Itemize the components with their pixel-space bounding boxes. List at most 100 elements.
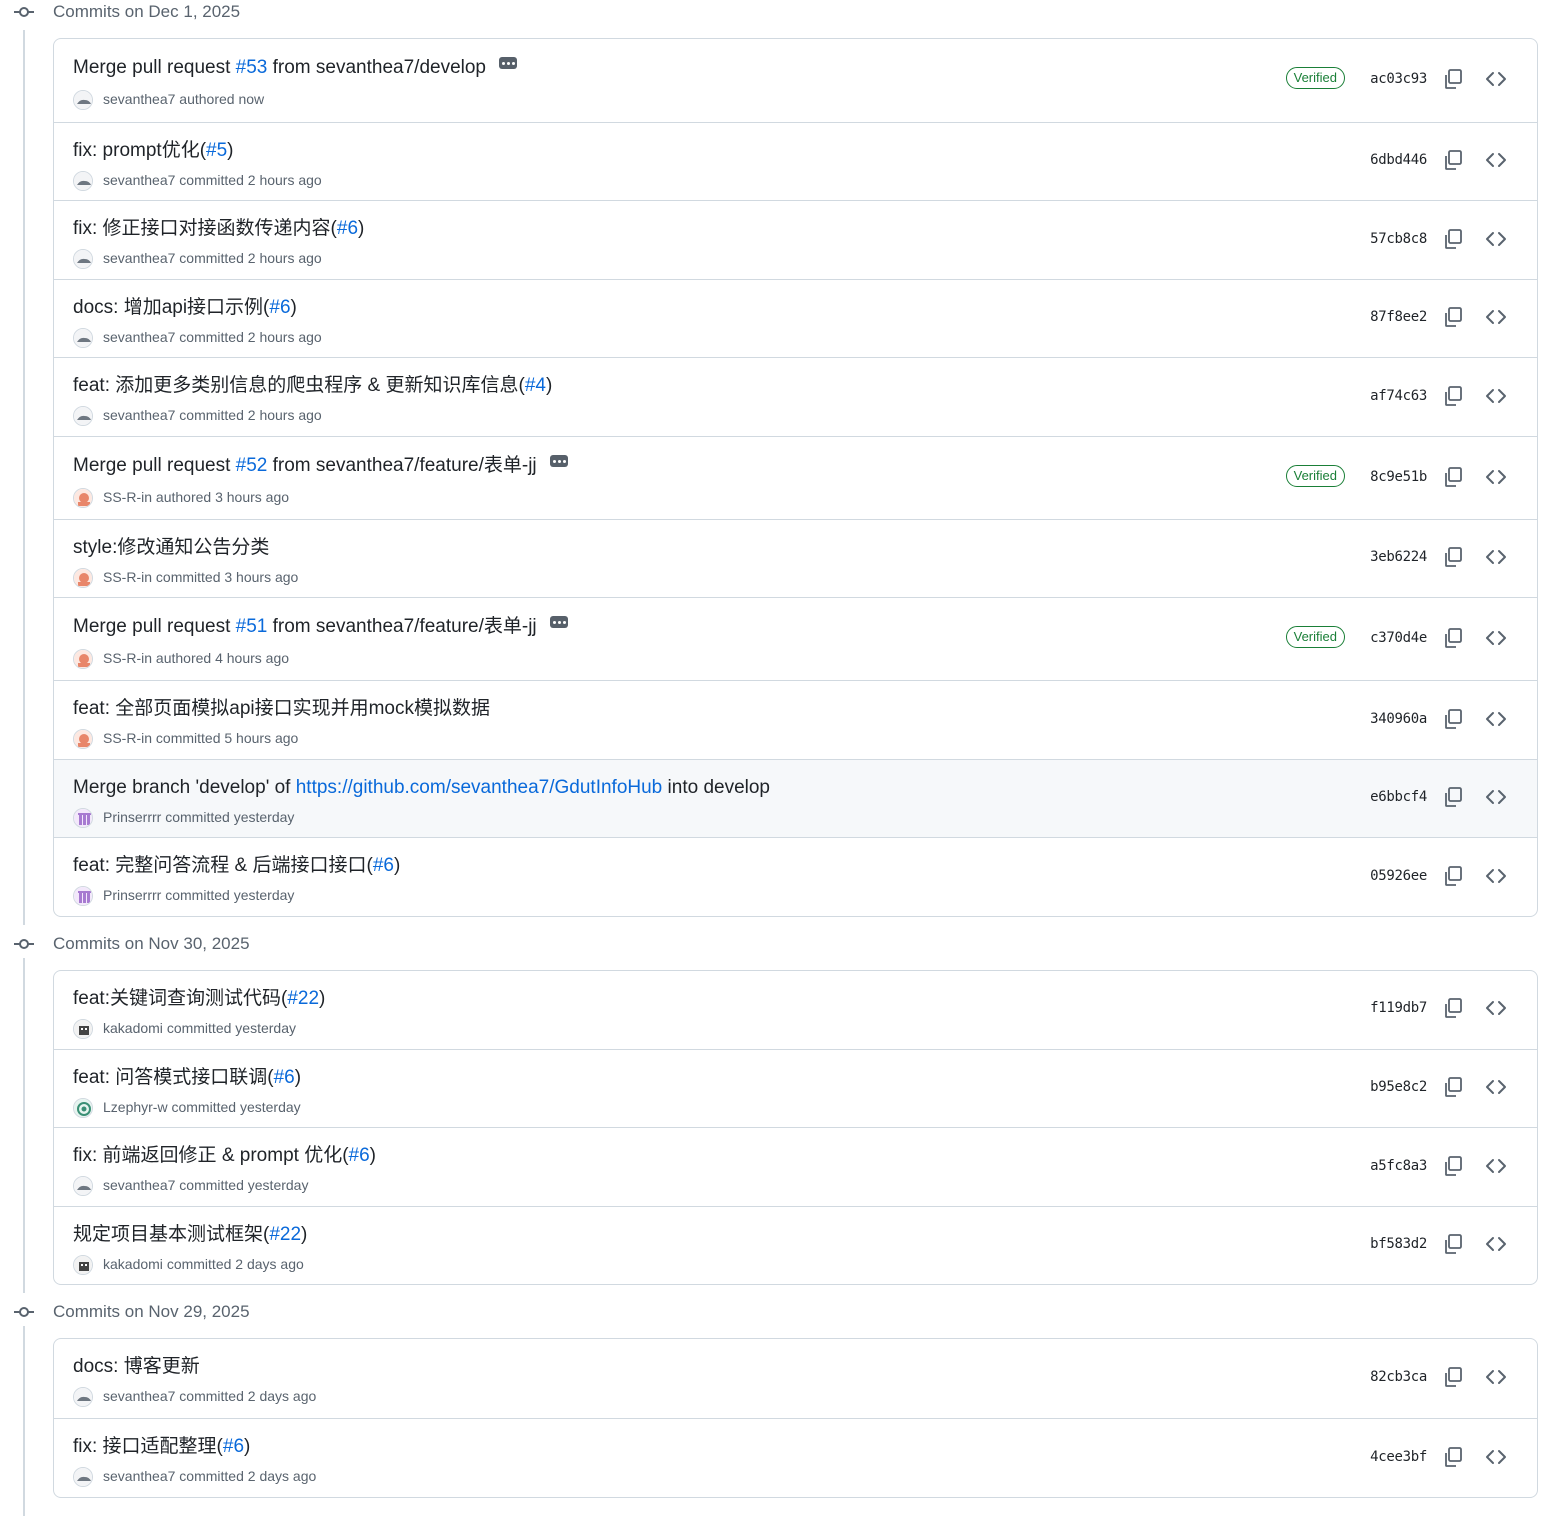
pull-request-link[interactable]: #6 bbox=[269, 297, 290, 318]
copy-icon[interactable] bbox=[1442, 786, 1464, 808]
commit-message-text[interactable]: Merge pull request bbox=[73, 57, 236, 78]
avatar[interactable] bbox=[73, 886, 93, 906]
avatar[interactable] bbox=[73, 729, 93, 749]
pull-request-link[interactable]: #52 bbox=[236, 455, 268, 476]
commit-sha-link[interactable]: b95e8c2 bbox=[1370, 1079, 1427, 1095]
code-icon[interactable] bbox=[1485, 68, 1507, 90]
pull-request-link[interactable]: #22 bbox=[287, 988, 319, 1009]
avatar[interactable] bbox=[73, 1098, 93, 1118]
commit-message-text[interactable]: style:修改通知公告分类 bbox=[73, 537, 269, 558]
code-icon[interactable] bbox=[1485, 149, 1507, 171]
commit-message-text[interactable]: into develop bbox=[662, 777, 770, 798]
copy-icon[interactable] bbox=[1442, 627, 1464, 649]
pull-request-link[interactable]: #6 bbox=[337, 218, 358, 239]
avatar[interactable] bbox=[73, 808, 93, 828]
pull-request-link[interactable]: #53 bbox=[236, 57, 268, 78]
commit-message-text[interactable]: ) bbox=[370, 1145, 376, 1166]
code-icon[interactable] bbox=[1485, 1446, 1507, 1468]
commit-message-text[interactable]: ) bbox=[291, 297, 297, 318]
commit-message-text[interactable]: from sevanthea7/feature/表单-jj bbox=[267, 455, 537, 476]
commit-sha-link[interactable]: bf583d2 bbox=[1370, 1236, 1427, 1252]
commit-sha-link[interactable]: af74c63 bbox=[1370, 388, 1427, 404]
copy-icon[interactable] bbox=[1442, 1233, 1464, 1255]
author-name[interactable]: SS-R-in bbox=[103, 650, 152, 666]
avatar[interactable] bbox=[73, 90, 93, 110]
commit-message-text[interactable]: feat: 全部页面模拟api接口实现并用mock模拟数据 bbox=[73, 698, 490, 719]
author-name[interactable]: SS-R-in bbox=[103, 730, 152, 746]
pull-request-link[interactable]: #6 bbox=[349, 1145, 370, 1166]
code-icon[interactable] bbox=[1485, 865, 1507, 887]
avatar[interactable] bbox=[73, 406, 93, 426]
author-name[interactable]: sevanthea7 bbox=[103, 172, 175, 188]
copy-icon[interactable] bbox=[1442, 865, 1464, 887]
commit-message-text[interactable]: docs: 博客更新 bbox=[73, 1356, 200, 1377]
commit-message-text[interactable]: ) bbox=[358, 218, 364, 239]
copy-icon[interactable] bbox=[1442, 228, 1464, 250]
avatar[interactable] bbox=[73, 1255, 93, 1275]
verified-badge[interactable]: Verified bbox=[1285, 626, 1345, 648]
code-icon[interactable] bbox=[1485, 627, 1507, 649]
copy-icon[interactable] bbox=[1442, 466, 1464, 488]
code-icon[interactable] bbox=[1485, 997, 1507, 1019]
code-icon[interactable] bbox=[1485, 546, 1507, 568]
code-icon[interactable] bbox=[1485, 1233, 1507, 1255]
code-icon[interactable] bbox=[1485, 708, 1507, 730]
commit-message-text[interactable]: fix: 接口适配整理( bbox=[73, 1436, 223, 1457]
commit-message-text[interactable]: ) bbox=[546, 375, 552, 396]
commit-sha-link[interactable]: 340960a bbox=[1370, 711, 1427, 727]
copy-icon[interactable] bbox=[1442, 149, 1464, 171]
commit-message-text[interactable]: Merge pull request bbox=[73, 616, 236, 637]
pull-request-link[interactable]: #5 bbox=[206, 140, 227, 161]
copy-icon[interactable] bbox=[1442, 68, 1464, 90]
commit-message-text[interactable]: Merge pull request bbox=[73, 455, 236, 476]
code-icon[interactable] bbox=[1485, 786, 1507, 808]
copy-icon[interactable] bbox=[1442, 1446, 1464, 1468]
avatar[interactable] bbox=[73, 328, 93, 348]
commit-sha-link[interactable]: 6dbd446 bbox=[1370, 152, 1427, 168]
copy-icon[interactable] bbox=[1442, 1366, 1464, 1388]
kebab-horizontal-icon[interactable] bbox=[549, 616, 568, 628]
avatar[interactable] bbox=[73, 1019, 93, 1039]
copy-icon[interactable] bbox=[1442, 1155, 1464, 1177]
pull-request-link[interactable]: #6 bbox=[373, 855, 394, 876]
commit-message-text[interactable]: ) bbox=[301, 1224, 307, 1245]
commit-sha-link[interactable]: f119db7 bbox=[1370, 1000, 1427, 1016]
verified-badge[interactable]: Verified bbox=[1285, 67, 1345, 89]
commit-message-text[interactable]: ) bbox=[227, 140, 233, 161]
commit-message-text[interactable]: feat: 完整问答流程 & 后端接口接口( bbox=[73, 855, 373, 876]
commit-message-text[interactable]: ) bbox=[295, 1067, 301, 1088]
commit-message-text[interactable]: ) bbox=[394, 855, 400, 876]
commit-message-text[interactable]: fix: prompt优化( bbox=[73, 140, 206, 161]
verified-badge[interactable]: Verified bbox=[1285, 465, 1345, 487]
commit-message-text[interactable]: 规定项目基本测试框架( bbox=[73, 1224, 269, 1245]
avatar[interactable] bbox=[73, 488, 93, 508]
author-name[interactable]: sevanthea7 bbox=[103, 1468, 175, 1484]
commit-message-text[interactable]: feat: 问答模式接口联调( bbox=[73, 1067, 274, 1088]
author-name[interactable]: sevanthea7 bbox=[103, 407, 175, 423]
code-icon[interactable] bbox=[1485, 306, 1507, 328]
code-icon[interactable] bbox=[1485, 385, 1507, 407]
code-icon[interactable] bbox=[1485, 1076, 1507, 1098]
avatar[interactable] bbox=[73, 649, 93, 669]
avatar[interactable] bbox=[73, 249, 93, 269]
copy-icon[interactable] bbox=[1442, 306, 1464, 328]
copy-icon[interactable] bbox=[1442, 997, 1464, 1019]
commit-sha-link[interactable]: e6bbcf4 bbox=[1370, 789, 1427, 805]
repo-link[interactable]: https://github.com/sevanthea7/GdutInfoHu… bbox=[296, 777, 663, 798]
code-icon[interactable] bbox=[1485, 1366, 1507, 1388]
author-name[interactable]: sevanthea7 bbox=[103, 329, 175, 345]
commit-sha-link[interactable]: ac03c93 bbox=[1370, 71, 1427, 87]
code-icon[interactable] bbox=[1485, 1155, 1507, 1177]
copy-icon[interactable] bbox=[1442, 708, 1464, 730]
commit-sha-link[interactable]: 05926ee bbox=[1370, 868, 1427, 884]
author-name[interactable]: sevanthea7 bbox=[103, 1388, 175, 1404]
pull-request-link[interactable]: #6 bbox=[274, 1067, 295, 1088]
kebab-horizontal-icon[interactable] bbox=[499, 57, 517, 69]
avatar[interactable] bbox=[73, 1176, 93, 1196]
commit-message-text[interactable]: fix: 前端返回修正 & prompt 优化( bbox=[73, 1145, 349, 1166]
commit-message-text[interactable]: Merge branch 'develop' of bbox=[73, 777, 296, 798]
commit-message-text[interactable]: feat: 添加更多类别信息的爬虫程序 & 更新知识库信息( bbox=[73, 375, 525, 396]
commit-message-text[interactable]: feat:关键词查询测试代码( bbox=[73, 988, 287, 1009]
code-icon[interactable] bbox=[1485, 466, 1507, 488]
avatar[interactable] bbox=[73, 1387, 93, 1407]
